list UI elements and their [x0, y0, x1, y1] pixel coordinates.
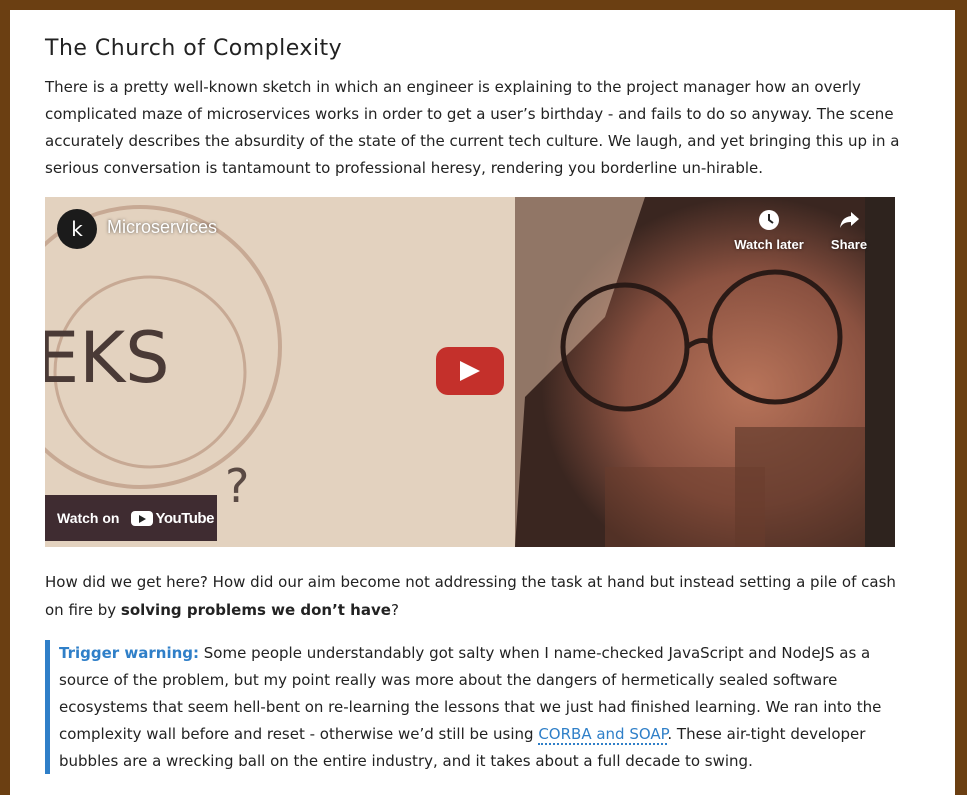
- watch-later-label: Watch later: [734, 237, 804, 252]
- share-label: Share: [830, 237, 868, 252]
- clock-icon: [759, 210, 779, 230]
- page-frame: The Church of Complexity There is a pret…: [10, 10, 955, 795]
- watch-on-youtube-button[interactable]: Watch on YouTube: [45, 495, 217, 541]
- question-bold: solving problems we don’t have: [120, 601, 391, 619]
- watch-on-label: Watch on: [57, 510, 120, 526]
- intro-paragraph: There is a pretty well-known sketch in w…: [45, 78, 900, 177]
- embedded-video[interactable]: EKS ? k Microservices Watch later Share …: [45, 197, 895, 547]
- youtube-wordmark: YouTube: [155, 509, 214, 527]
- article-heading: The Church of Complexity: [45, 36, 343, 61]
- watch-later-button[interactable]: Watch later: [729, 207, 809, 252]
- corba-soap-link[interactable]: CORBA and SOAP: [538, 725, 668, 745]
- whiteboard-text: EKS: [45, 317, 170, 399]
- youtube-logo-icon: YouTube: [129, 509, 214, 527]
- trigger-warning-label: Trigger warning:: [59, 644, 200, 662]
- video-title[interactable]: Microservices: [107, 217, 217, 238]
- share-arrow-icon: [840, 212, 859, 228]
- trigger-warning-callout: Trigger warning: Some people understanda…: [45, 640, 895, 774]
- svg-text:?: ?: [225, 459, 249, 513]
- question-paragraph: How did we get here? How did our aim bec…: [45, 568, 905, 624]
- question-end: ?: [390, 601, 399, 619]
- play-button[interactable]: [436, 347, 504, 395]
- share-button[interactable]: Share: [809, 207, 889, 252]
- channel-avatar[interactable]: k: [57, 209, 97, 249]
- play-icon: [460, 361, 480, 381]
